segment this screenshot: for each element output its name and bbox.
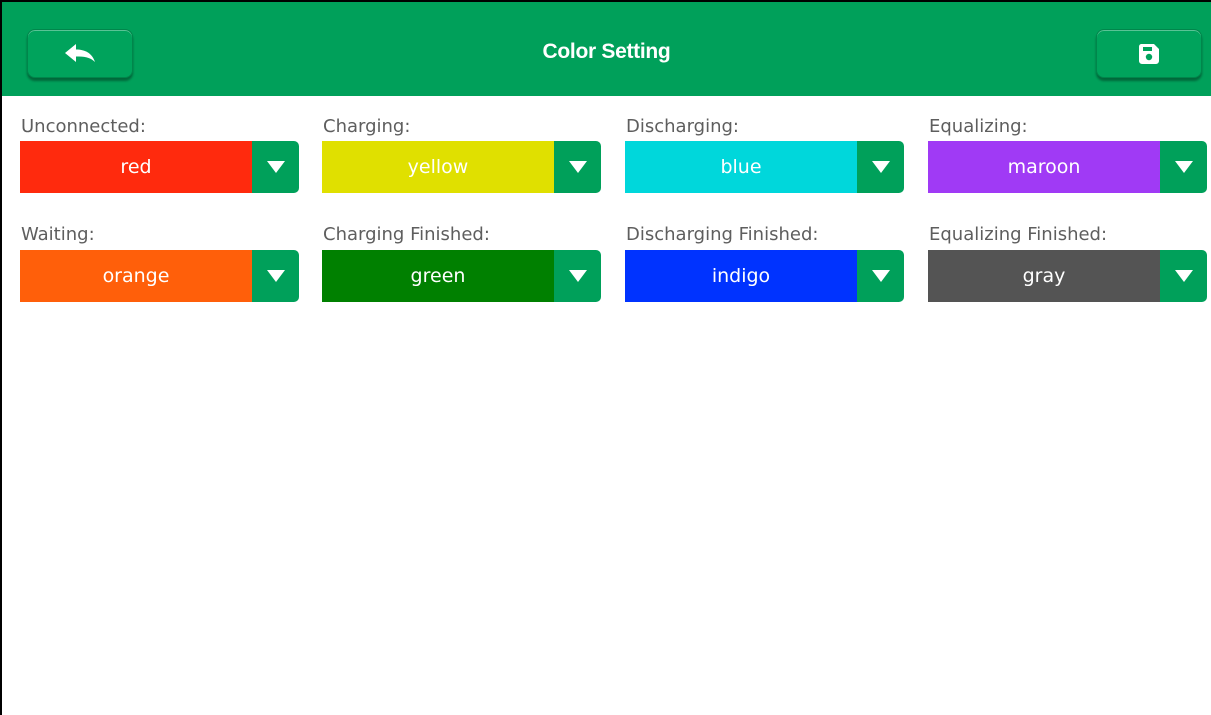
dropdown-button[interactable] — [554, 250, 601, 302]
dropdown-triangle-icon — [568, 161, 587, 173]
color-setting-screen: Color Setting Unconnected: red Charging:… — [0, 0, 1211, 715]
label-equalizing: Equalizing: — [929, 116, 1028, 137]
waiting-color-select[interactable]: orange — [20, 250, 299, 302]
selected-color-value: gray — [928, 250, 1160, 302]
selected-color-value: green — [322, 250, 554, 302]
equalizing-color-select[interactable]: maroon — [928, 141, 1207, 193]
app-header: Color Setting — [2, 2, 1211, 96]
label-equalizing-finished: Equalizing Finished: — [929, 224, 1108, 245]
discharging-color-select[interactable]: blue — [625, 141, 904, 193]
dropdown-button[interactable] — [1160, 250, 1207, 302]
label-waiting: Waiting: — [21, 224, 95, 245]
selected-color-value: blue — [625, 141, 857, 193]
dropdown-button[interactable] — [252, 250, 299, 302]
save-floppy-icon — [1138, 43, 1159, 64]
charging-color-select[interactable]: yellow — [322, 141, 601, 193]
selected-color-value: orange — [20, 250, 252, 302]
label-charging-finished: Charging Finished: — [323, 224, 490, 245]
label-discharging-finished: Discharging Finished: — [626, 224, 819, 245]
dropdown-button[interactable] — [554, 141, 601, 193]
selected-color-value: yellow — [322, 141, 554, 193]
save-button[interactable] — [1096, 29, 1202, 78]
dropdown-triangle-icon — [1174, 270, 1193, 282]
dropdown-button[interactable] — [252, 141, 299, 193]
unconnected-color-select[interactable]: red — [20, 141, 299, 193]
dropdown-triangle-icon — [871, 270, 890, 282]
dropdown-button[interactable] — [1160, 141, 1207, 193]
page-title: Color Setting — [542, 40, 671, 63]
dropdown-triangle-icon — [871, 161, 890, 173]
label-unconnected: Unconnected: — [21, 116, 146, 137]
dropdown-button[interactable] — [857, 250, 904, 302]
dropdown-triangle-icon — [1174, 161, 1193, 173]
dropdown-button[interactable] — [857, 141, 904, 193]
label-charging: Charging: — [323, 116, 411, 137]
selected-color-value: indigo — [625, 250, 857, 302]
dropdown-triangle-icon — [266, 161, 285, 173]
equalizing-finished-color-select[interactable]: gray — [928, 250, 1207, 302]
selected-color-value: red — [20, 141, 252, 193]
discharging-finished-color-select[interactable]: indigo — [625, 250, 904, 302]
dropdown-triangle-icon — [568, 270, 587, 282]
selected-color-value: maroon — [928, 141, 1160, 193]
dropdown-triangle-icon — [266, 270, 285, 282]
label-discharging: Discharging: — [626, 116, 739, 137]
charging-finished-color-select[interactable]: green — [322, 250, 601, 302]
